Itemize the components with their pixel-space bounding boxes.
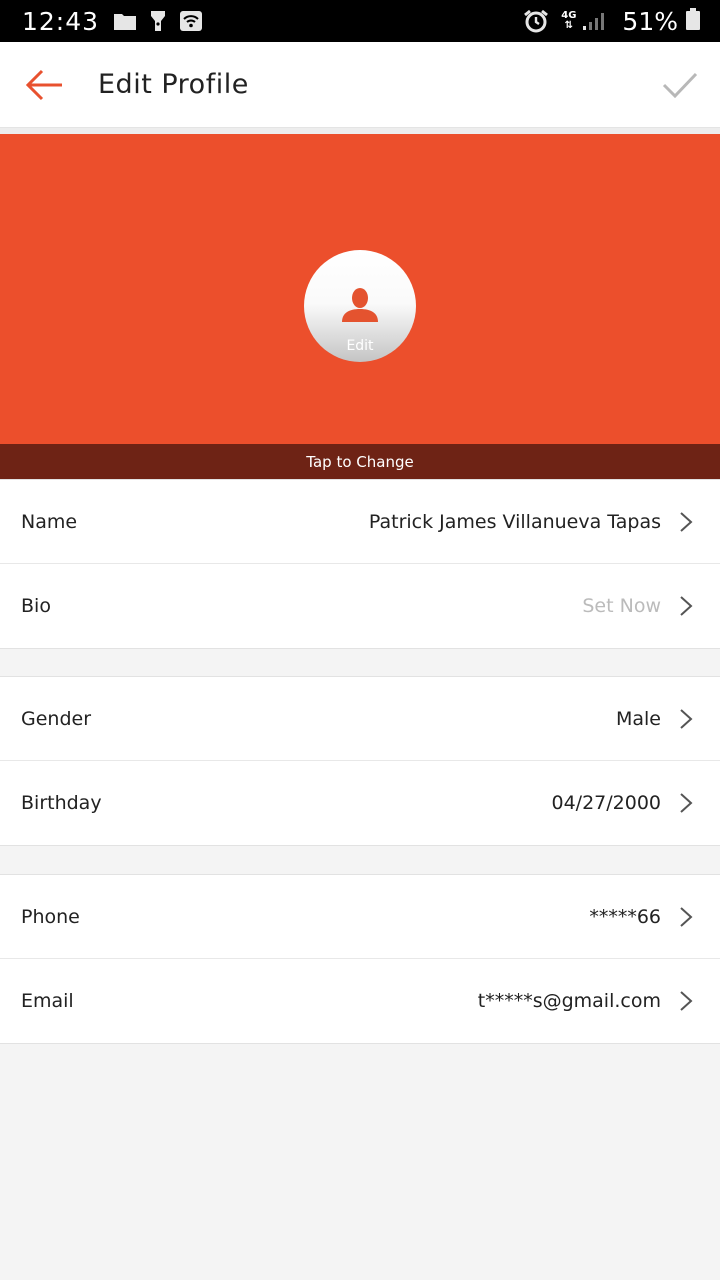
chevron-right-icon (675, 990, 697, 1012)
contact-info-group: Phone *****66 Email t*****s@gmail.com (0, 874, 720, 1044)
gender-value: Male (615, 707, 661, 730)
app-bar: Edit Profile (0, 42, 720, 128)
network-indicator: 4G ⇅ (561, 10, 577, 31)
chevron-right-icon (675, 511, 697, 533)
wifi-icon (179, 10, 203, 32)
battery-icon (686, 8, 700, 34)
avatar-edit-label: Edit (346, 338, 374, 354)
bio-row[interactable]: Bio Set Now (0, 564, 720, 648)
flashlight-icon (149, 10, 167, 32)
tap-to-change-bar[interactable]: Tap to Change (0, 444, 720, 479)
status-time: 12:43 (22, 6, 100, 36)
birthday-label: Birthday (21, 792, 102, 814)
phone-row[interactable]: Phone *****66 (0, 875, 720, 959)
basic-info-group: Name Patrick James Villanueva Tapas Bio … (0, 479, 720, 649)
back-arrow-icon (25, 69, 62, 100)
chevron-right-icon (675, 906, 697, 928)
chevron-right-icon (675, 792, 697, 814)
folder-icon (113, 11, 137, 31)
birthday-value: 04/27/2000 (551, 792, 661, 814)
person-icon (342, 288, 378, 322)
back-button[interactable] (0, 42, 88, 128)
signal-icon (582, 11, 605, 31)
phone-label: Phone (21, 905, 80, 928)
save-button[interactable] (640, 42, 720, 128)
avatar[interactable]: Edit (304, 250, 416, 362)
name-row[interactable]: Name Patrick James Villanueva Tapas (0, 480, 720, 564)
personal-info-group: Gender Male Birthday 04/27/2000 (0, 676, 720, 846)
tap-to-change-label: Tap to Change (306, 452, 414, 471)
name-value: Patrick James Villanueva Tapas (368, 510, 661, 533)
phone-value: *****66 (589, 905, 661, 928)
gender-label: Gender (21, 707, 92, 730)
email-label: Email (21, 990, 74, 1012)
gender-row[interactable]: Gender Male (0, 677, 720, 761)
bio-label: Bio (21, 595, 51, 617)
status-bar: 12:43 4G ⇅ 51% (0, 0, 720, 42)
email-row[interactable]: Email t*****s@gmail.com (0, 959, 720, 1043)
email-value: t*****s@gmail.com (477, 990, 661, 1012)
bio-value: Set Now (582, 595, 661, 617)
alarm-icon (523, 9, 549, 33)
page-title: Edit Profile (98, 69, 249, 100)
name-label: Name (21, 510, 78, 533)
birthday-row[interactable]: Birthday 04/27/2000 (0, 761, 720, 845)
battery-percent: 51% (622, 6, 678, 36)
network-type-label: 4G (561, 10, 577, 21)
chevron-right-icon (675, 708, 697, 730)
chevron-right-icon (675, 595, 697, 617)
checkmark-icon (662, 72, 698, 98)
